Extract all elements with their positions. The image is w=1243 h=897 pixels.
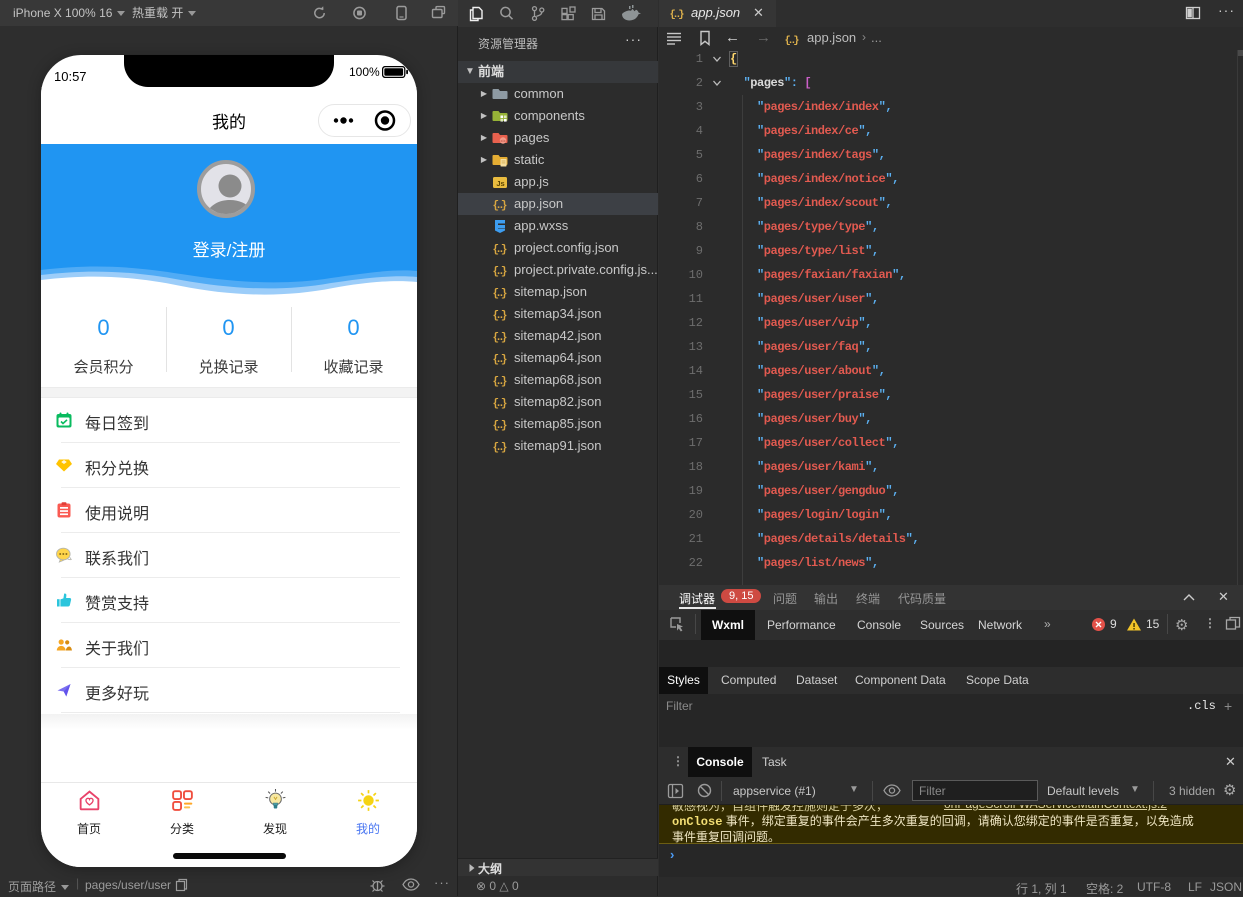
svg-text:<>: <> (500, 139, 506, 144)
svg-text:{..}: {..} (493, 266, 508, 278)
svg-text:{..}: {..} (493, 288, 508, 300)
svg-text:{..}: {..} (493, 398, 508, 410)
svg-text:{..}: {..} (493, 332, 508, 344)
svg-text:{..}: {..} (493, 354, 508, 366)
svg-text:Js: Js (496, 179, 504, 188)
svg-text:{..}: {..} (493, 442, 508, 454)
svg-text:{..}: {..} (493, 200, 508, 212)
svg-text:{..}: {..} (493, 244, 508, 256)
svg-text:{..}: {..} (493, 420, 508, 432)
svg-text:{..}: {..} (785, 35, 800, 46)
svg-text:{..}: {..} (493, 376, 508, 388)
svg-text:{..}: {..} (493, 310, 508, 322)
svg-text:{..}: {..} (670, 9, 685, 20)
